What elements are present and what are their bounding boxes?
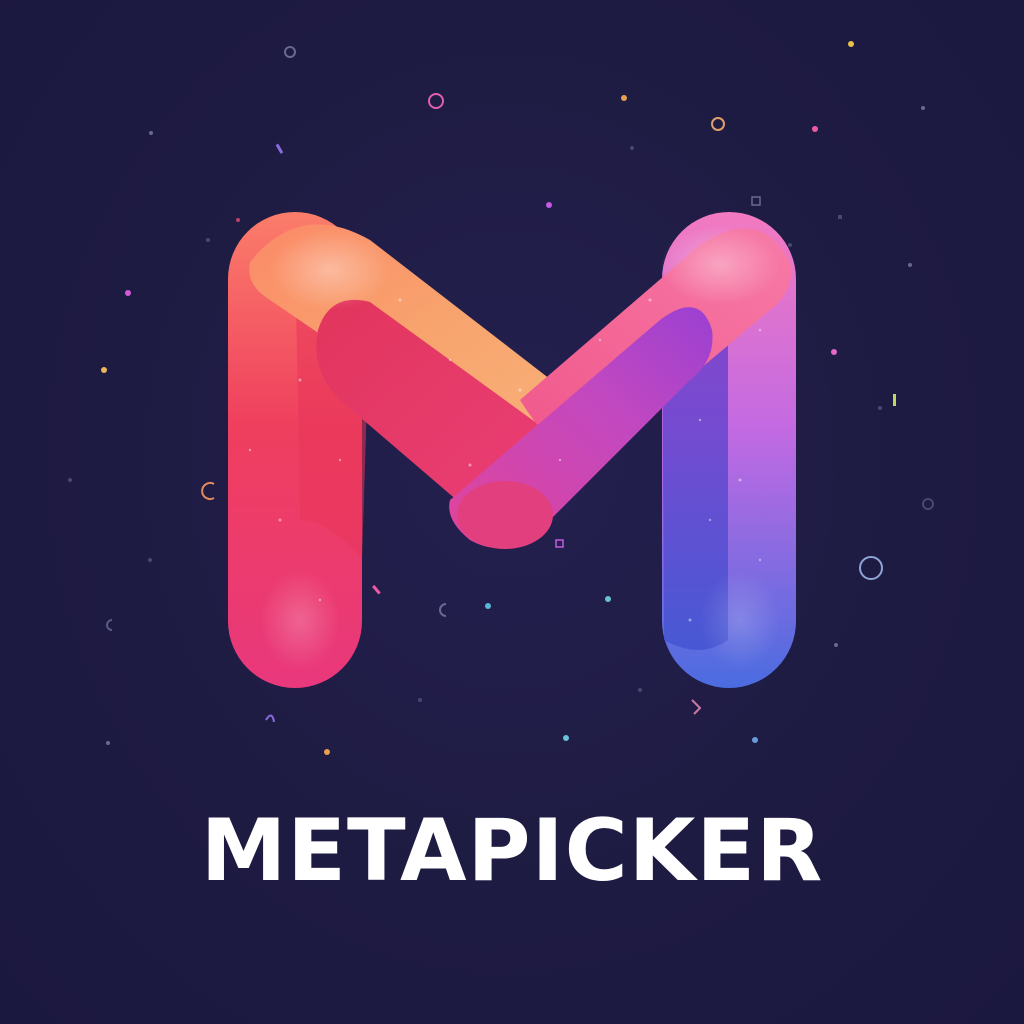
brand-name: METAPICKER <box>200 801 824 901</box>
logo-canvas: METAPICKER <box>0 0 1024 1024</box>
